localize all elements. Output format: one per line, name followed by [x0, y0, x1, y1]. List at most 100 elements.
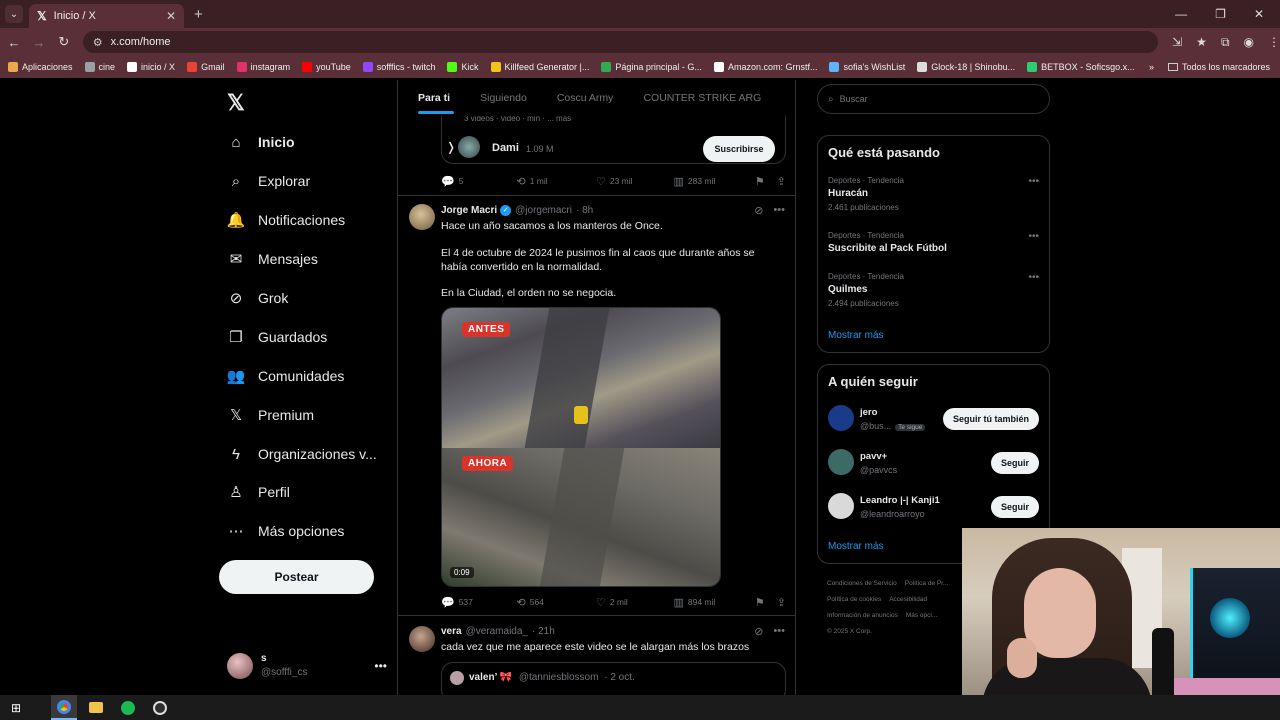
install-app-icon[interactable]: ⇲ — [1172, 35, 1182, 50]
views-button[interactable]: ▥ 283 mil — [673, 175, 754, 188]
footer-link[interactable]: Política de cookies — [827, 592, 881, 608]
nav-item-organizaciones-v[interactable]: ϟ Organizaciones v... — [227, 442, 377, 466]
bookmark-item[interactable]: Amazon.com: Grnstf... — [713, 62, 817, 72]
nav-item-premium[interactable]: 𝕏 Premium — [227, 403, 314, 427]
follow-button[interactable]: Seguir — [990, 452, 1039, 474]
share-icon[interactable]: ⇪ — [777, 596, 786, 609]
avatar[interactable] — [828, 449, 854, 475]
new-tab-icon[interactable]: + — [194, 6, 203, 23]
repost-button[interactable]: ⟲ 1 mil — [517, 175, 596, 188]
like-button[interactable]: ♡ 2 mil — [596, 596, 673, 609]
x-logo-icon[interactable]: 𝕏 — [227, 90, 245, 116]
follow-name[interactable]: jero — [860, 407, 877, 418]
bookmark-item[interactable]: cine — [84, 62, 115, 72]
tweet-more-icon[interactable]: ••• — [773, 204, 785, 217]
trend-more-icon[interactable]: ••• — [1028, 272, 1039, 283]
bookmark-item[interactable]: sofffics - twitch — [362, 62, 435, 72]
file-explorer-icon[interactable] — [83, 695, 109, 720]
chevron-right-icon[interactable]: ❭ — [446, 140, 456, 154]
avatar[interactable] — [409, 204, 435, 230]
tab-close-icon[interactable]: ✕ — [166, 9, 176, 23]
repost-button[interactable]: ⟲ 564 — [517, 596, 596, 609]
extensions-icon[interactable]: ⧉ — [1221, 35, 1230, 50]
reload-icon[interactable]: ↻ — [53, 34, 75, 50]
obs-icon[interactable] — [147, 695, 173, 720]
avatar[interactable] — [409, 626, 435, 652]
follow-name[interactable]: Leandro |-| Kanji1 — [860, 495, 940, 506]
account-more-icon[interactable]: ••• — [374, 659, 387, 673]
bookmark-icon[interactable]: ⚑ — [755, 596, 765, 609]
like-button[interactable]: ♡ 23 mil — [596, 175, 673, 188]
nav-item-inicio[interactable]: ⌂ Inicio — [227, 130, 294, 154]
follow-button[interactable]: Seguir — [990, 496, 1039, 518]
tab-coscu-army[interactable]: Coscu Army — [527, 80, 614, 116]
author-handle[interactable]: @jorgemacri — [515, 205, 572, 216]
nav-item-comunidades[interactable]: 👥 Comunidades — [227, 364, 345, 388]
tab-para-ti[interactable]: Para ti — [398, 80, 455, 116]
tab-search-chevron-icon[interactable]: ⌄ — [5, 5, 23, 23]
footer-link[interactable]: © 2025 X Corp. — [827, 624, 872, 640]
search-input[interactable]: ⌕ Buscar — [817, 84, 1050, 114]
trend-more-icon[interactable]: ••• — [1028, 176, 1039, 187]
nav-item-guardados[interactable]: ❐ Guardados — [227, 325, 327, 349]
trend-name[interactable]: Quilmes — [828, 284, 867, 295]
bookmark-item[interactable]: Glock-18 | Shinobu... — [917, 62, 1015, 72]
show-more-trends-link[interactable]: Mostrar más — [828, 330, 884, 341]
quoted-tweet[interactable]: valen’ 🎀 @tanniesblossom · 2 oct. — [441, 662, 786, 695]
tweet-more-icon[interactable]: ••• — [773, 625, 785, 638]
chrome-taskbar-icon[interactable] — [51, 695, 77, 720]
nav-item-notificaciones[interactable]: 🔔 Notificaciones — [227, 208, 346, 232]
embedded-card[interactable]: 3 videos · video · min · ... más ❭ Dami … — [441, 114, 786, 164]
avatar[interactable] — [828, 405, 854, 431]
spotify-icon[interactable] — [115, 695, 141, 720]
footer-link[interactable]: Información de anuncios — [827, 608, 898, 624]
tweet-time[interactable]: · 8h — [576, 205, 593, 216]
tab-counter-strike-arg[interactable]: COUNTER STRIKE ARG — [613, 80, 761, 116]
bookmark-item[interactable]: Kick — [447, 62, 479, 72]
forward-icon[interactable]: → — [28, 35, 50, 50]
trend-name[interactable]: Suscribite al Pack Fútbol — [828, 243, 947, 254]
author-handle[interactable]: @veramaida_ — [466, 626, 528, 637]
bookmark-item[interactable]: inicio / X — [127, 62, 175, 72]
back-icon[interactable]: ← — [3, 35, 25, 50]
nav-item-perfil[interactable]: ♙ Perfil — [227, 480, 290, 504]
browser-tab[interactable]: 𝕏 Inicio / X ✕ — [29, 4, 184, 28]
footer-link[interactable]: Más opci... — [906, 608, 937, 624]
subscribe-button[interactable]: Suscribirse — [703, 136, 775, 162]
footer-link[interactable]: Accesibilidad — [889, 592, 927, 608]
follow-name[interactable]: pavv+ — [860, 451, 887, 462]
minimize-icon[interactable]: — — [1175, 7, 1187, 21]
tweet-video[interactable]: ANTES AHORA 0:09 — [441, 307, 721, 587]
author-name[interactable]: vera — [441, 626, 462, 637]
all-bookmarks-link[interactable]: Todos los marcadores — [1182, 62, 1270, 72]
reply-button[interactable]: 💬 5 — [441, 175, 517, 188]
bookmark-item[interactable]: Gmail — [187, 62, 225, 72]
site-info-icon[interactable]: ⚙ — [93, 36, 103, 49]
nav-item-grok[interactable]: ⊘ Grok — [227, 286, 289, 310]
reply-button[interactable]: 💬 537 — [441, 596, 517, 609]
url-field[interactable]: ⚙ x.com/home — [82, 31, 1159, 53]
restore-icon[interactable]: ❐ — [1215, 7, 1226, 21]
menu-icon[interactable]: ⋮ — [1268, 35, 1280, 50]
nav-item-m-s-opciones[interactable]: ⋯ Más opciones — [227, 519, 345, 543]
footer-link[interactable]: Condiciones de Servicio — [827, 576, 897, 592]
nav-item-mensajes[interactable]: ✉ Mensajes — [227, 247, 318, 271]
more-bookmarks-icon[interactable]: » — [1149, 62, 1154, 72]
bookmark-item[interactable]: Killfeed Generator |... — [490, 62, 589, 72]
bookmark-item[interactable]: BETBOX - Soficsgo.x... — [1027, 62, 1135, 72]
footer-link[interactable]: Política de Pr... — [905, 576, 949, 592]
tweet-time[interactable]: · 21h — [532, 626, 555, 637]
tab-siguiendo[interactable]: Siguiendo — [450, 80, 527, 116]
share-icon[interactable]: ⇪ — [777, 175, 786, 188]
author-name[interactable]: Jorge Macri — [441, 205, 497, 216]
bookmark-item[interactable]: Página principal - G... — [601, 62, 702, 72]
account-switcher[interactable]: s @sofffi_cs ••• — [227, 648, 387, 684]
bookmark-star-icon[interactable]: ★ — [1196, 35, 1207, 50]
bookmark-item[interactable]: Aplicaciones — [8, 62, 73, 72]
bookmark-item[interactable]: instagram — [236, 62, 290, 72]
bookmark-item[interactable]: youTube — [302, 62, 351, 72]
grok-icon[interactable]: ⊘ — [754, 625, 763, 638]
trend-more-icon[interactable]: ••• — [1028, 231, 1039, 242]
views-button[interactable]: ▥ 894 mil — [673, 596, 754, 609]
avatar[interactable] — [828, 493, 854, 519]
